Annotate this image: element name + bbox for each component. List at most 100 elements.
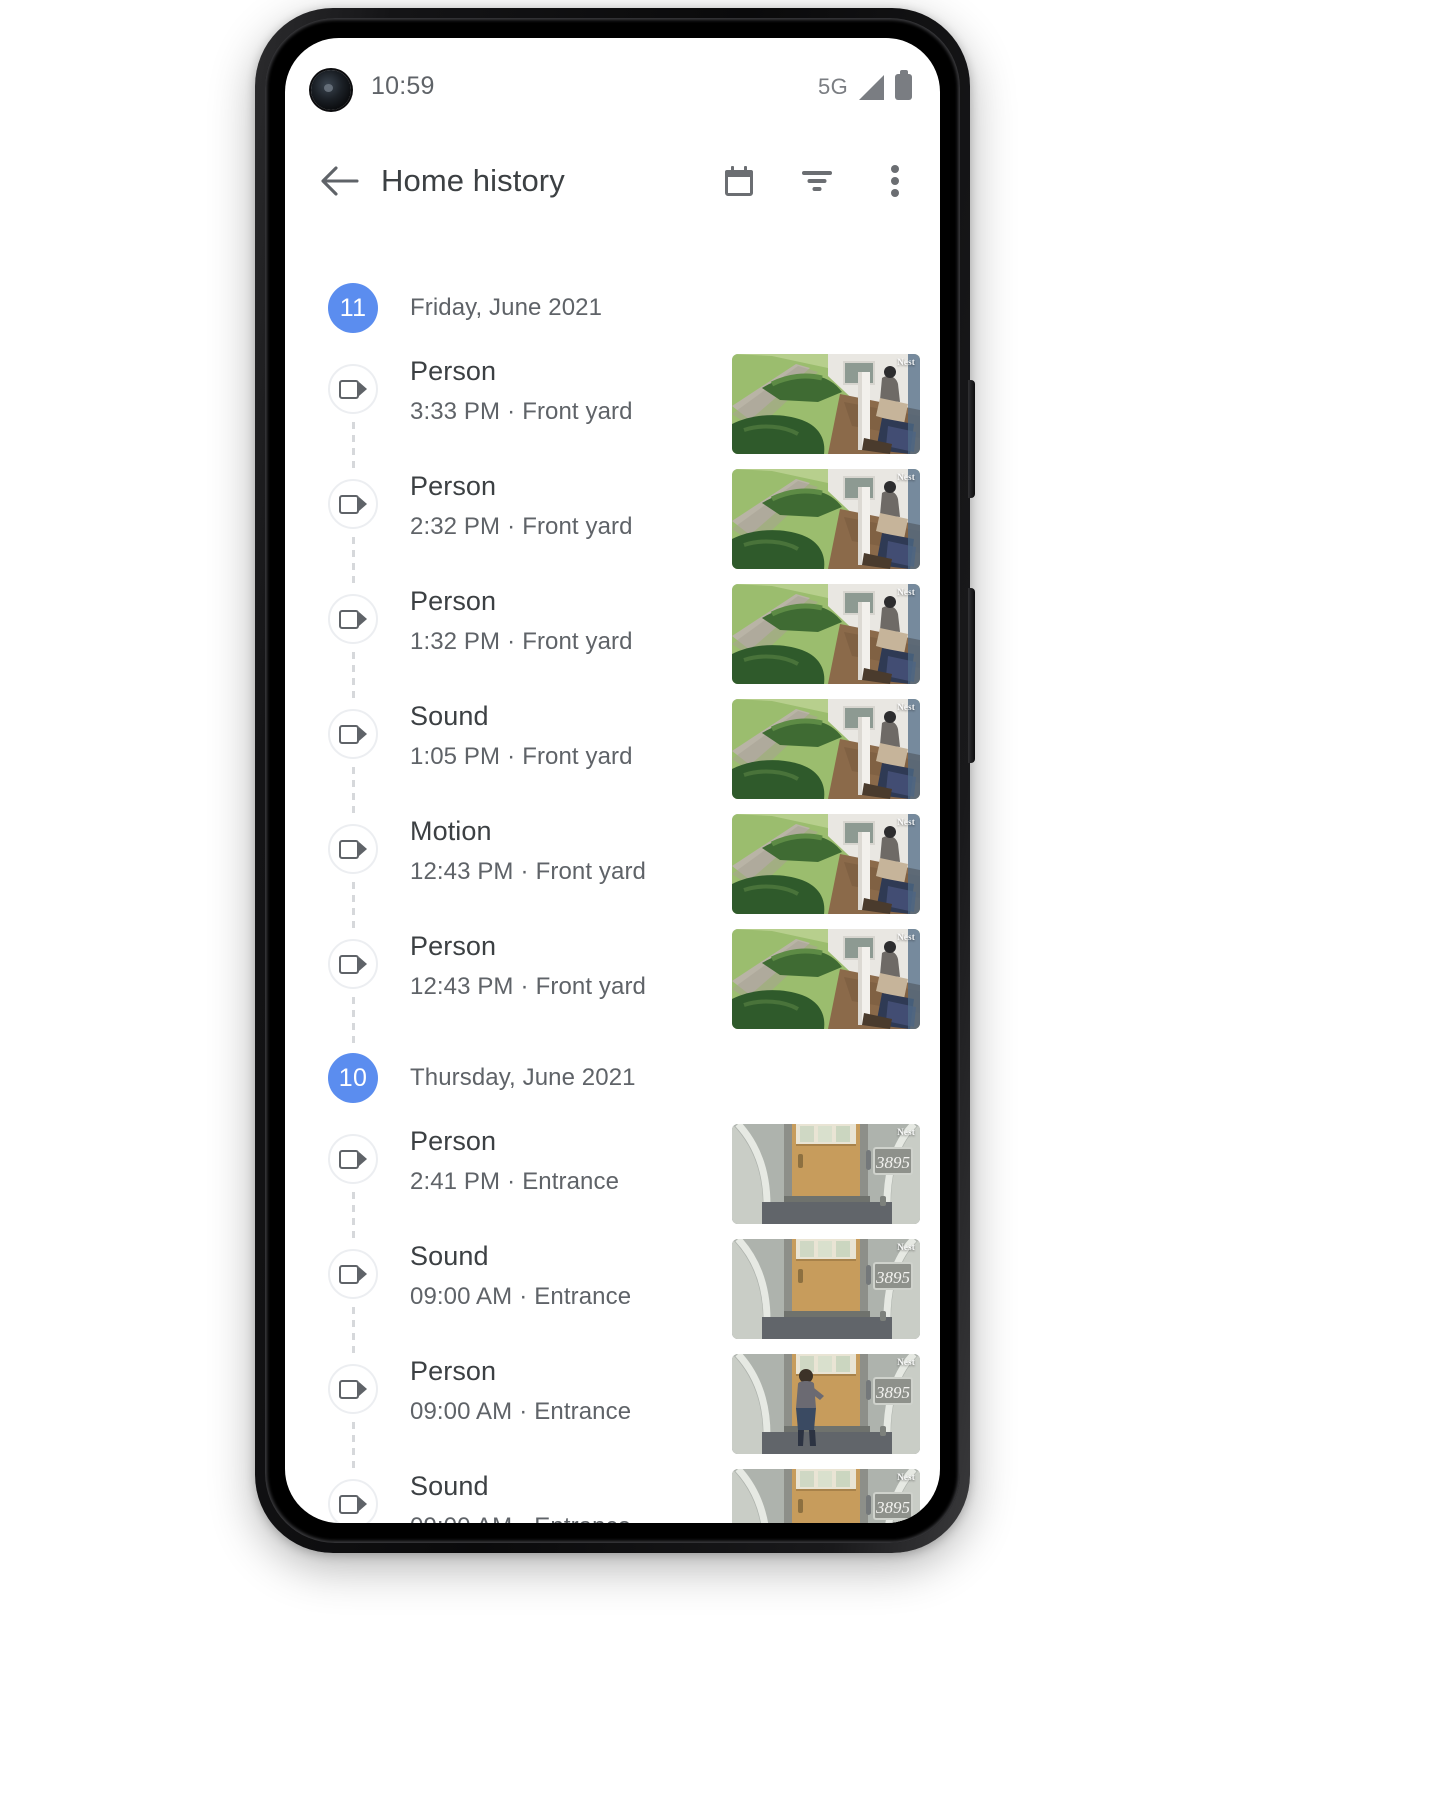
event-separator: · [519, 1398, 528, 1425]
power-button[interactable] [968, 380, 975, 498]
screenshot-stage: 10:59 5G Home history 11 Friday, June 20… [0, 0, 1435, 1800]
event-separator: · [507, 628, 516, 655]
status-bar-indicators: 5G [818, 70, 912, 100]
event-location: Front yard [522, 628, 633, 655]
svg-text:3895: 3895 [875, 1153, 910, 1172]
event-location: Front yard [522, 513, 633, 540]
event-time: 12:43 PM [410, 973, 514, 1000]
video-camera-icon[interactable] [328, 939, 378, 989]
front-yard-camera-thumbnail[interactable]: Nest [732, 354, 920, 454]
status-bar: 10:59 5G [285, 38, 940, 116]
date-day-badge: 11 [328, 283, 378, 333]
back-arrow-icon[interactable] [317, 158, 363, 204]
filter-icon[interactable] [796, 158, 838, 204]
event-location: Entrance [534, 1513, 631, 1523]
nest-watermark: Nest [897, 472, 915, 482]
video-camera-icon[interactable] [328, 1134, 378, 1184]
event-location: Entrance [534, 1398, 632, 1425]
history-event-row[interactable]: Person 2:32 PM · Front yard Nest [285, 463, 940, 589]
entrance-camera-thumbnail-person[interactable]: 3895 Nest [732, 1354, 920, 1454]
event-location: Entrance [522, 1168, 620, 1195]
phone-device-frame: 10:59 5G Home history 11 Friday, June 20… [255, 8, 975, 1553]
nest-watermark: Nest [897, 587, 915, 597]
event-location: Front yard [535, 858, 646, 885]
event-location: Front yard [522, 743, 633, 770]
history-event-row[interactable]: Person 1:32 PM · Front yard Nest [285, 578, 940, 704]
nest-watermark: Nest [897, 1472, 915, 1482]
history-event-row[interactable]: Person 12:43 PM · Front yard Nest [285, 923, 940, 1049]
volume-button[interactable] [968, 588, 975, 763]
nest-watermark: Nest [897, 357, 915, 367]
front-yard-camera-thumbnail[interactable]: Nest [732, 929, 920, 1029]
date-day-badge: 10 [328, 1053, 378, 1103]
nest-watermark: Nest [897, 1357, 915, 1367]
video-camera-icon[interactable] [328, 1364, 378, 1414]
history-event-row[interactable]: Person 09:00 AM · Entrance 3895 Nest [285, 1348, 940, 1474]
history-event-row[interactable]: Sound09:00 AM·Entrance 3895 Nest [285, 1463, 940, 1523]
app-bar-actions [718, 158, 916, 204]
video-camera-icon[interactable] [328, 824, 378, 874]
event-separator: · [507, 1168, 516, 1195]
nest-watermark: Nest [897, 817, 915, 827]
event-location: Front yard [522, 398, 633, 425]
date-label: Friday, June 2021 [410, 294, 603, 321]
history-event-row[interactable]: Person 3:33 PM · Front yard Nest [285, 348, 940, 474]
event-time: 1:32 PM [410, 628, 501, 655]
calendar-icon[interactable] [718, 158, 760, 204]
front-yard-camera-thumbnail[interactable]: Nest [732, 469, 920, 569]
nest-watermark: Nest [897, 1242, 915, 1252]
event-separator: · [507, 743, 516, 770]
event-time: 3:33 PM [410, 398, 501, 425]
date-group-header: 10 Thursday, June 2021 [285, 1038, 940, 1118]
video-camera-icon[interactable] [328, 709, 378, 759]
history-event-row[interactable]: Sound09:00 AM·Entrance 3895 Nest [285, 1233, 940, 1359]
entrance-camera-thumbnail[interactable]: 3895 Nest [732, 1124, 920, 1224]
entrance-camera-thumbnail[interactable]: 3895 Nest [732, 1239, 920, 1339]
event-location: Entrance [534, 1283, 632, 1310]
history-event-row[interactable]: Motion 12:43 PM · Front yard Nest [285, 808, 940, 934]
app-bar: Home history [285, 142, 940, 224]
video-camera-icon[interactable] [328, 364, 378, 414]
event-time: 09:00 AM [410, 1283, 513, 1310]
front-yard-camera-thumbnail[interactable]: Nest [732, 699, 920, 799]
front-yard-camera-thumbnail[interactable]: Nest [732, 814, 920, 914]
event-separator: · [520, 858, 529, 885]
event-time: 12:43 PM [410, 858, 514, 885]
history-event-row[interactable]: Person 2:41 PM · Entrance 3895 Nest [285, 1118, 940, 1244]
date-group-header: 11 Friday, June 2021 [285, 268, 940, 348]
video-camera-icon[interactable] [328, 479, 378, 529]
event-separator: · [519, 1283, 528, 1310]
history-event-row[interactable]: Sound 1:05 PM · Front yard Nest [285, 693, 940, 819]
event-time: 09:00 AM [410, 1398, 513, 1425]
page-title: Home history [381, 163, 565, 198]
phone-screen: 10:59 5G Home history 11 Friday, June 20… [285, 38, 940, 1523]
date-label: Thursday, June 2021 [410, 1064, 636, 1091]
front-camera-punch-hole [311, 70, 351, 110]
video-camera-icon[interactable] [328, 1249, 378, 1299]
front-yard-camera-thumbnail[interactable]: Nest [732, 584, 920, 684]
svg-text:3895: 3895 [875, 1498, 910, 1517]
network-label: 5G [818, 74, 848, 99]
event-time: 1:05 PM [410, 743, 501, 770]
more-vertical-icon[interactable] [874, 158, 916, 204]
video-camera-icon[interactable] [328, 1479, 378, 1523]
battery-full-icon [895, 70, 912, 100]
event-location: Front yard [535, 973, 646, 1000]
event-separator: · [507, 398, 516, 425]
svg-text:3895: 3895 [875, 1383, 910, 1402]
entrance-camera-thumbnail[interactable]: 3895 Nest [732, 1469, 920, 1523]
event-separator: · [507, 513, 516, 540]
nest-watermark: Nest [897, 1127, 915, 1137]
svg-text:3895: 3895 [875, 1268, 910, 1287]
event-time: 09:00 AM [410, 1513, 512, 1523]
status-bar-clock: 10:59 [371, 72, 435, 100]
video-camera-icon[interactable] [328, 594, 378, 644]
event-time: 2:32 PM [410, 513, 501, 540]
nest-watermark: Nest [897, 932, 915, 942]
history-timeline[interactable]: 11 Friday, June 2021 Person 3:33 PM · Front y… [285, 234, 940, 1523]
signal-bars-icon [859, 74, 884, 100]
event-separator: · [519, 1513, 527, 1523]
event-separator: · [520, 973, 529, 1000]
event-time: 2:41 PM [410, 1168, 501, 1195]
nest-watermark: Nest [897, 702, 915, 712]
